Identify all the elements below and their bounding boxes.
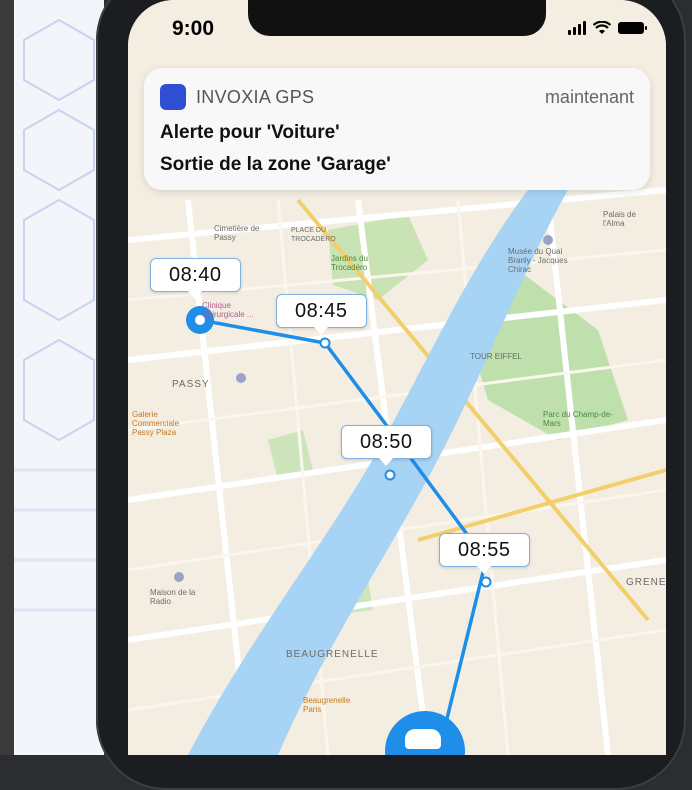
route-waypoint[interactable] xyxy=(480,576,492,588)
map-label-tour-eiffel: TOUR EIFFEL xyxy=(470,352,522,361)
push-notification[interactable]: INVOXIA GPS maintenant Alerte pour 'Voit… xyxy=(144,68,650,190)
background-left-edge xyxy=(0,0,14,755)
status-bar: 9:00 xyxy=(128,0,666,52)
map-label-grenelle: GRENE xyxy=(626,577,666,588)
map-label-jardins: Jardins du Trocadéro xyxy=(331,254,368,272)
notification-time: maintenant xyxy=(544,87,634,107)
map-label-clinique: Clinique Chirurgicale ... xyxy=(202,301,254,319)
radio-poi-icon xyxy=(174,572,184,582)
map-label-passy: PASSY xyxy=(172,379,210,390)
cellular-signal-icon xyxy=(568,21,586,35)
route-waypoint[interactable] xyxy=(319,337,331,349)
route-timestamp-label[interactable]: 08:50 xyxy=(341,425,432,466)
system-icons xyxy=(568,21,647,35)
notification-app-name: INVOXIA GPS xyxy=(196,87,315,107)
map-label-beaugrenelle: BEAUGRENELLE xyxy=(286,649,379,660)
wifi-icon xyxy=(593,21,611,34)
phone-notch xyxy=(248,0,546,36)
route-timestamp-label[interactable]: 08:45 xyxy=(276,294,367,335)
map-label-beaugrenelle-paris: Beaugrenelle Paris xyxy=(303,696,351,714)
notification-body: Sortie de la zone 'Garage' xyxy=(160,154,391,175)
invoxia-app-icon xyxy=(160,84,186,110)
route-timestamp-label[interactable]: 08:55 xyxy=(439,533,530,574)
status-bar-clock: 9:00 xyxy=(172,17,215,40)
map-label-champ-de-mars: Parc du Champ-de-Mars xyxy=(543,410,613,428)
map-label-quai-branly-museum: Musée du Quai Branly - Jacques Chirac xyxy=(508,247,568,274)
poi-icon xyxy=(236,373,246,383)
map-label-cimetiere: Cimetière de Passy xyxy=(214,224,260,242)
map-label-galerie: Galerie Commerciale Passy Plaza xyxy=(132,410,180,437)
route-waypoint[interactable] xyxy=(384,469,396,481)
battery-icon xyxy=(618,22,647,34)
map-label-maison-radio: Maison de la Radio xyxy=(150,588,196,606)
notification-title: Alerte pour 'Voiture' xyxy=(160,122,340,143)
background-hexagon-pattern xyxy=(14,0,104,755)
map-label-trocadero: PLACE DU TROCADÉRO xyxy=(291,227,336,243)
map-label-palais-alma: Palais de l'Alma xyxy=(603,210,636,228)
route-timestamp-label[interactable]: 08:40 xyxy=(150,258,241,299)
phone-screen: Cimetière de Passy PLACE DU TROCADÉRO Ja… xyxy=(128,0,666,755)
museum-icon xyxy=(543,235,553,245)
